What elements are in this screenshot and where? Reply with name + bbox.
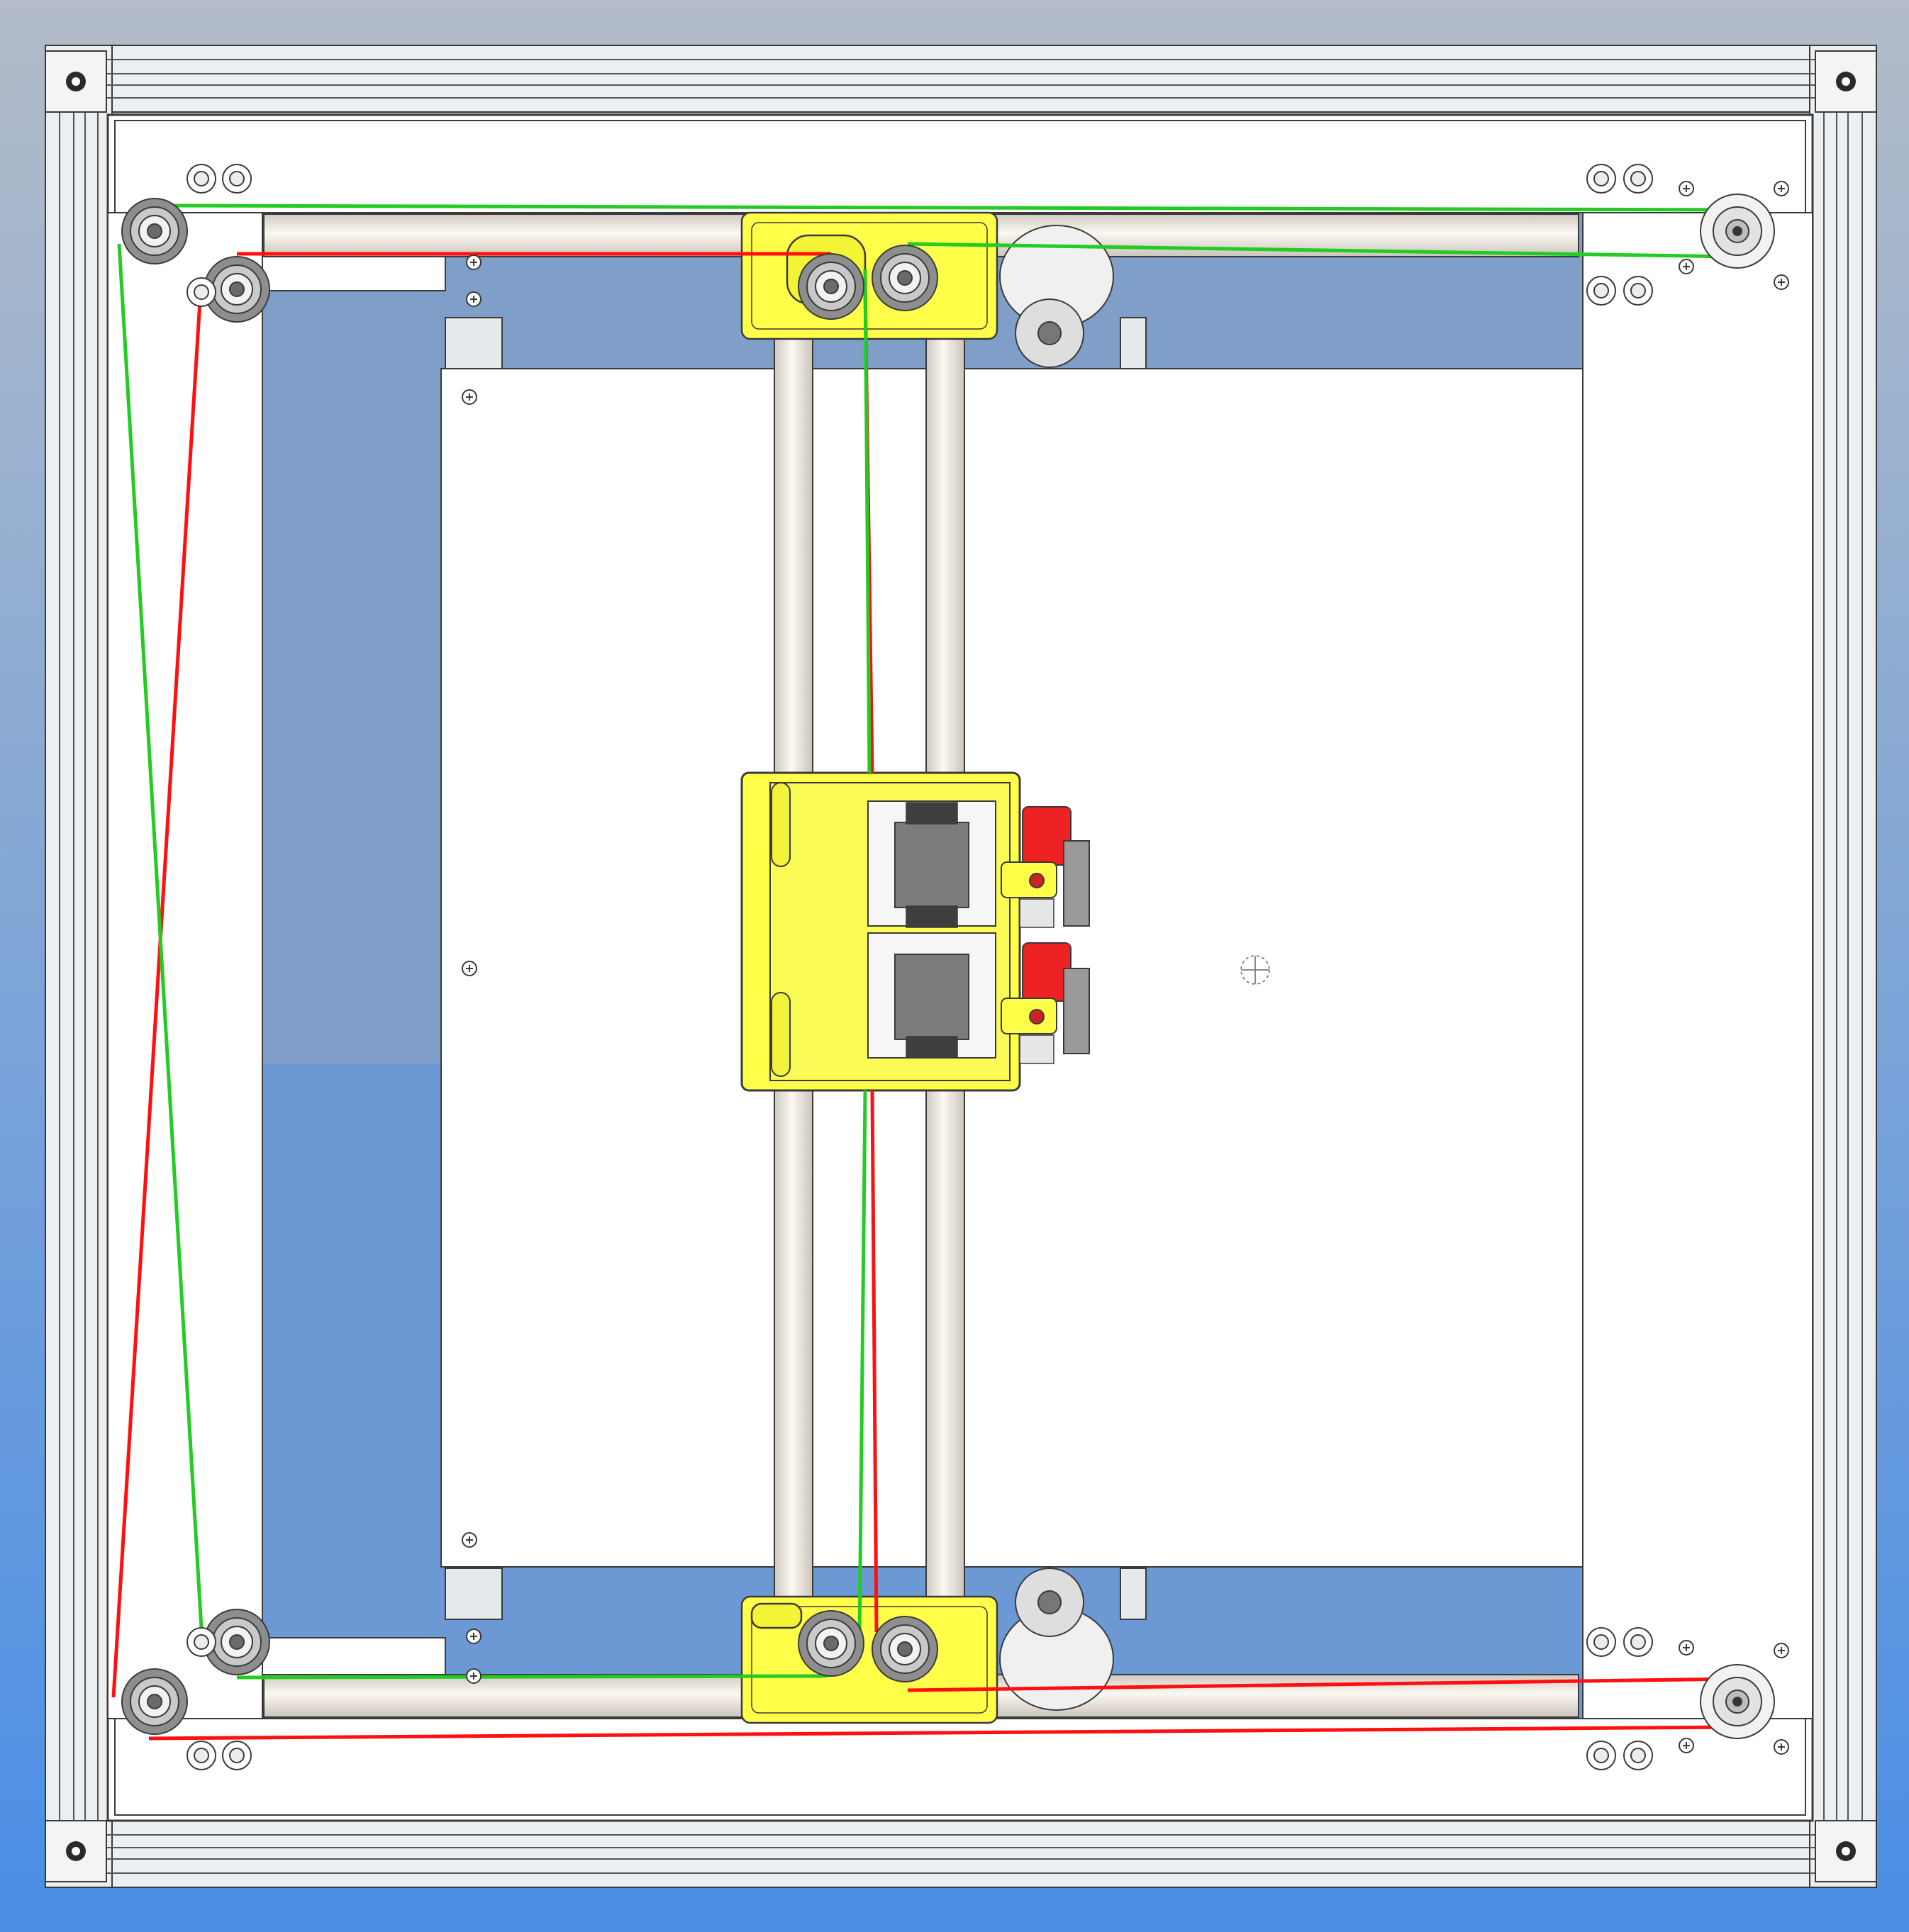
pulley-idler-icon — [121, 1668, 188, 1735]
frame-bottom-rail — [45, 1820, 1877, 1888]
bottom-y-carriage — [740, 1595, 998, 1724]
pulley-idler-icon — [798, 1610, 864, 1677]
mount-hole-icon — [222, 1741, 252, 1770]
mount-hole-icon — [222, 164, 252, 194]
screw-head-icon — [1774, 1739, 1789, 1755]
frame-top-rail — [45, 45, 1877, 113]
screw-head-icon — [466, 255, 482, 270]
mount-hole-icon — [1623, 164, 1653, 194]
mount-hole-icon — [187, 164, 216, 194]
mount-hole-icon — [1623, 276, 1653, 306]
mount-hole-icon — [1586, 164, 1616, 194]
mount-hole-icon — [187, 277, 216, 307]
screw-head-icon — [1679, 181, 1694, 196]
screw-head-icon — [462, 389, 477, 405]
screw-head-icon — [1679, 259, 1694, 274]
screw-head-icon — [1774, 181, 1789, 196]
screw-head-icon — [462, 1532, 477, 1548]
pulley-idler-icon — [872, 1616, 938, 1682]
screw-head-icon — [466, 1629, 482, 1644]
corexy-frame-view — [0, 0, 1909, 1932]
frame-left-rail — [45, 45, 113, 1888]
mount-hole-icon — [187, 1627, 216, 1657]
pulley-idler-icon — [121, 198, 188, 264]
mount-hole-icon — [1623, 1627, 1653, 1657]
cad-drawing — [0, 0, 1909, 1932]
right-side-panel — [1582, 212, 1813, 1719]
pulley-idler-icon — [798, 253, 864, 320]
screw-head-icon — [462, 961, 477, 976]
mount-hole-icon — [1586, 1627, 1616, 1657]
screw-head-icon — [1774, 274, 1789, 290]
mount-hole-icon — [187, 1741, 216, 1770]
screw-head-icon — [466, 1668, 482, 1684]
screw-head-icon — [1774, 1643, 1789, 1658]
screw-head-icon — [1679, 1640, 1694, 1655]
gt2-pulley-icon — [1700, 194, 1775, 269]
frame-right-rail — [1809, 45, 1877, 1888]
mount-hole-icon — [1623, 1741, 1653, 1770]
screw-head-icon — [1679, 1738, 1694, 1753]
screw-head-icon — [466, 291, 482, 307]
mount-hole-icon — [1586, 1741, 1616, 1770]
mount-hole-icon — [1586, 276, 1616, 306]
pulley-idler-icon — [872, 245, 938, 311]
gt2-pulley-icon — [1700, 1664, 1775, 1739]
top-y-carriage — [740, 211, 998, 340]
